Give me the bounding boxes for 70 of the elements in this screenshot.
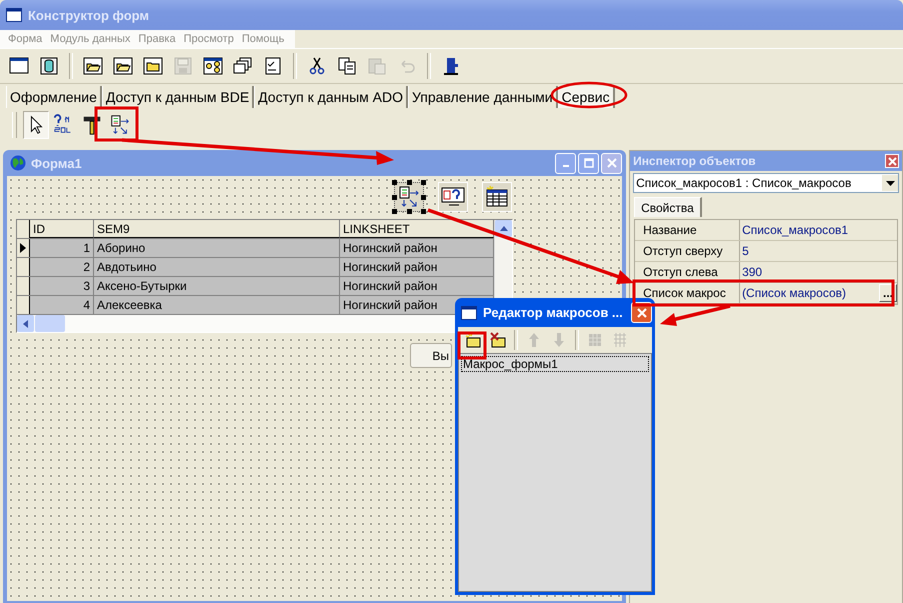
maximize-button[interactable] (578, 152, 600, 174)
property-name: Отступ сверху (635, 241, 740, 261)
resize-handle[interactable] (407, 180, 412, 185)
tab[interactable]: Доступ к данным BDE (102, 86, 254, 108)
inspector-title: Инспектор объектов (633, 154, 756, 168)
row-header[interactable] (17, 277, 30, 295)
arrow (660, 304, 730, 326)
minimize-button[interactable] (555, 152, 576, 174)
property-name: Отступ слева (635, 262, 740, 282)
resize-handle[interactable] (392, 180, 397, 185)
tab[interactable]: Свойства (634, 197, 702, 217)
scrollbar-thumb[interactable] (35, 315, 65, 332)
window-title: Конструктор форм (28, 8, 150, 22)
resize-handle[interactable] (421, 180, 426, 185)
resize-handle[interactable] (392, 209, 397, 214)
column-header[interactable]: ID (30, 220, 94, 238)
window-icon (461, 306, 477, 320)
row-header (17, 220, 30, 238)
scroll-left-icon[interactable] (23, 320, 28, 328)
table-icon (485, 185, 509, 209)
table-cell: 1 (30, 239, 94, 257)
tab[interactable]: Оформление (6, 86, 102, 108)
close-button[interactable] (885, 154, 899, 168)
object-dropdown[interactable]: Список_макросов1 : Список_макросов (633, 173, 899, 193)
tab[interactable]: Доступ к данным ADO (254, 86, 408, 108)
property-value[interactable]: 5 (742, 244, 749, 258)
table-component[interactable] (482, 182, 512, 212)
table-row[interactable]: 3 Аксено-Бутырки Ногинский район (17, 277, 494, 296)
property-value[interactable]: Список_макросов1 (742, 223, 848, 237)
highlight-frame (94, 106, 138, 142)
table-cell: Алексеевка (94, 296, 340, 314)
table-row[interactable]: 1 Аборино Ногинский район (17, 239, 494, 258)
minimize-icon (562, 165, 569, 167)
macro-list-icon (397, 185, 421, 209)
property-value[interactable]: (Список макросов) (742, 286, 846, 300)
maximize-icon (584, 158, 594, 168)
tab[interactable]: Управление данными (408, 86, 558, 108)
form-button[interactable]: Вы (410, 343, 452, 368)
column-header[interactable]: LINKSHEET (340, 220, 494, 238)
form-title: Форма1 (31, 156, 82, 170)
table-cell: Авдотьино (94, 258, 340, 276)
globe-icon (10, 155, 26, 171)
table-cell: 3 (30, 277, 94, 295)
close-icon (636, 306, 648, 318)
resize-handle[interactable] (421, 209, 426, 214)
table-cell: 2 (30, 258, 94, 276)
row-header[interactable] (17, 258, 30, 276)
resize-handle[interactable] (392, 195, 397, 200)
table-cell: Аксено-Бутырки (94, 277, 340, 295)
sql-query-component[interactable] (438, 182, 468, 212)
window-icon (6, 8, 22, 22)
column-header[interactable]: SEM9 (94, 220, 340, 238)
resize-handle[interactable] (407, 209, 412, 214)
highlight-frame (458, 332, 486, 360)
macro-list-item[interactable]: Макрос_формы1 (461, 356, 649, 372)
resize-handle[interactable] (421, 195, 426, 200)
macro-list-component[interactable] (394, 182, 424, 212)
table-cell: 4 (30, 296, 94, 314)
scroll-up-icon[interactable] (500, 226, 508, 231)
table-cell: Аборино (94, 239, 340, 257)
dropdown-arrow-icon (886, 180, 894, 186)
row-header[interactable] (17, 296, 30, 314)
property-name: Название (635, 220, 740, 240)
pointer-icon[interactable] (23, 111, 49, 139)
row-header[interactable] (17, 239, 30, 257)
table-row[interactable]: 2 Авдотьино Ногинский район (17, 258, 494, 277)
close-button[interactable] (601, 152, 622, 174)
property-value[interactable]: 390 (742, 265, 762, 279)
close-icon (606, 158, 617, 168)
close-icon (888, 156, 896, 166)
